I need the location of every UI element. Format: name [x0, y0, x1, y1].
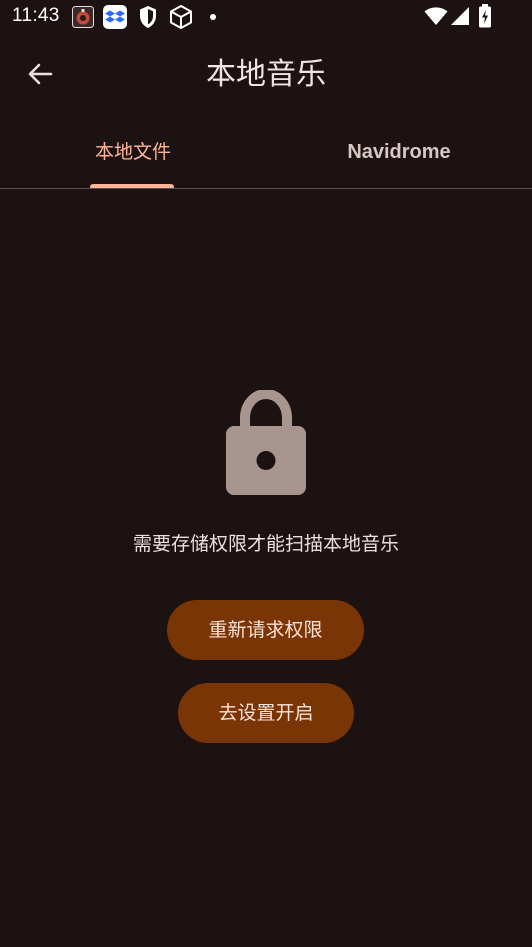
request-permission-button[interactable]: 重新请求权限: [167, 600, 364, 660]
page-title: 本地音乐: [206, 57, 326, 92]
status-time: 11:43: [12, 5, 60, 26]
tab-navidrome[interactable]: Navidrome: [266, 118, 532, 188]
top-app-bar: 本地音乐: [0, 44, 532, 108]
tab-label: Navidrome: [347, 141, 451, 163]
tab-indicator: [90, 184, 174, 188]
dot-icon: [210, 14, 216, 20]
permission-message: 需要存储权限才能扫描本地音乐: [132, 533, 399, 555]
tab-bar: 本地文件 Navidrome: [0, 118, 532, 189]
dropbox-icon: [103, 5, 127, 33]
battery-charging-icon: [478, 4, 492, 32]
tab-label: 本地文件: [94, 141, 171, 163]
open-settings-button[interactable]: 去设置开启: [178, 683, 354, 743]
tab-local-files[interactable]: 本地文件: [0, 118, 266, 188]
cell-signal-icon: [450, 6, 470, 30]
cube-icon: [168, 4, 194, 34]
wifi-icon: [424, 6, 448, 30]
shield-icon: [138, 5, 158, 33]
lock-icon: [224, 388, 308, 500]
app-notification-icon: [72, 6, 94, 32]
status-bar: 11:43: [0, 0, 532, 34]
